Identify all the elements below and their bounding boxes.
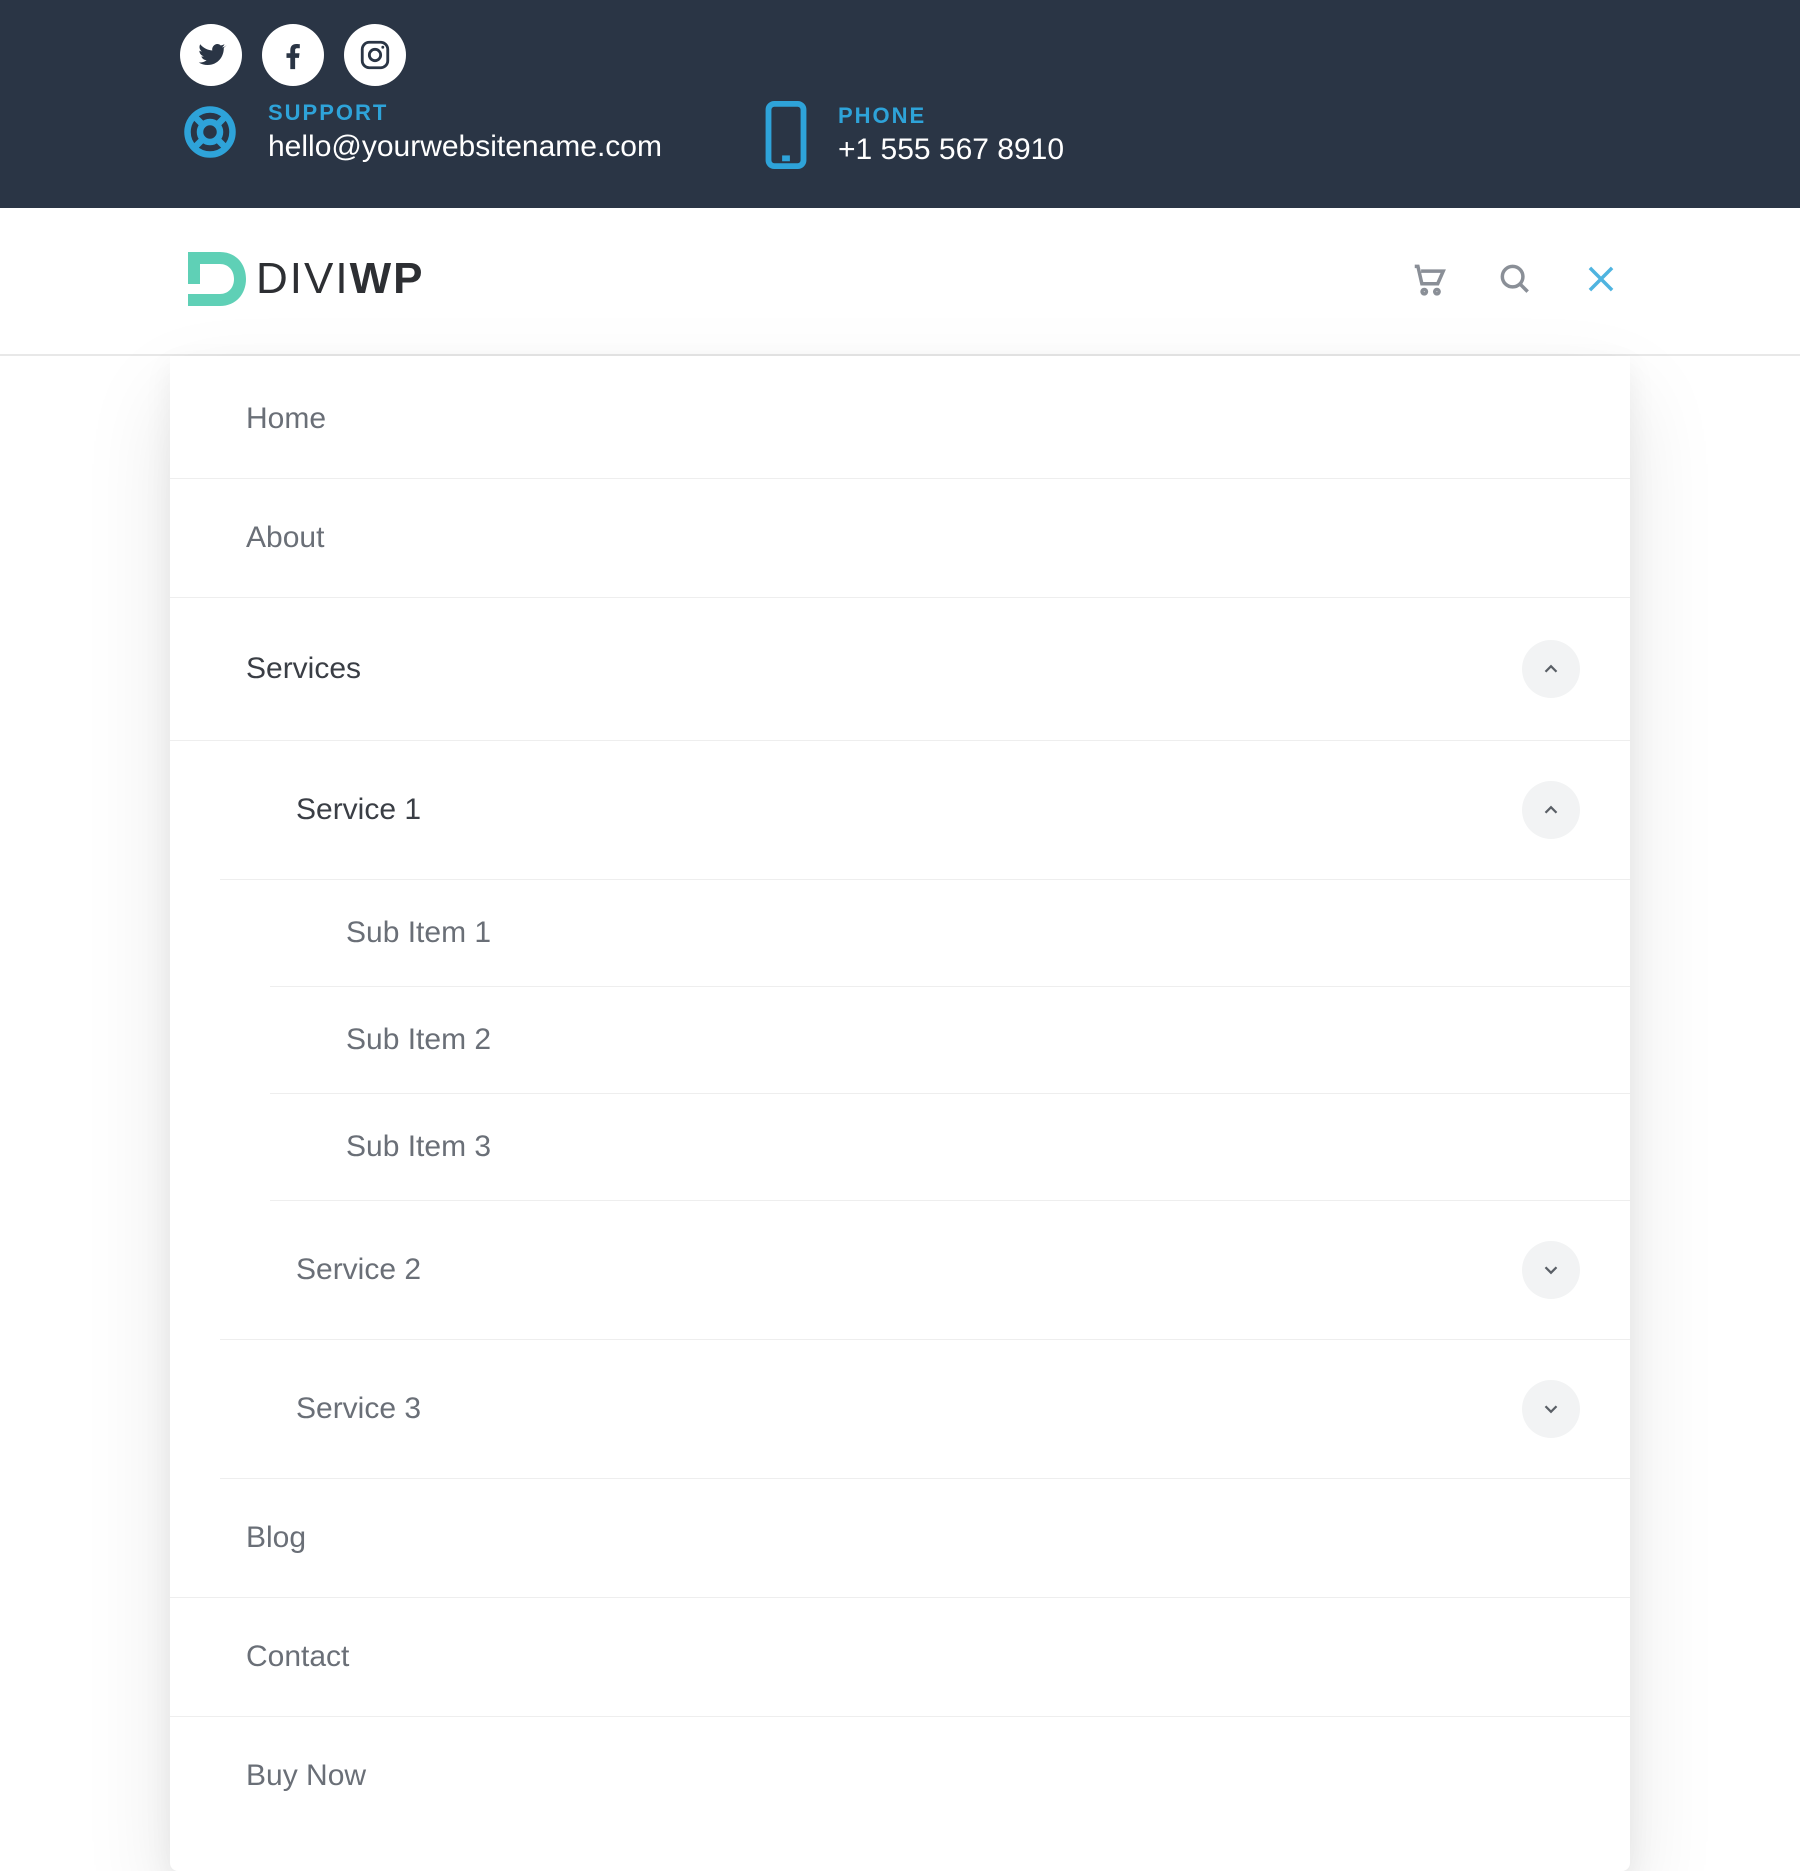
nav-home-label: Home: [246, 402, 326, 436]
nav-service-3[interactable]: Service 3: [220, 1340, 1630, 1479]
nav-services-label: Services: [246, 652, 361, 686]
logo-mark-icon: [180, 244, 250, 314]
nav-buy-now[interactable]: Buy Now: [170, 1717, 1630, 1835]
nav-service-3-label: Service 3: [296, 1392, 421, 1426]
nav-sub-item-2-label: Sub Item 2: [346, 1023, 491, 1057]
close-icon[interactable]: [1582, 260, 1620, 298]
nav-contact-label: Contact: [246, 1640, 349, 1674]
support-label: SUPPORT: [268, 100, 662, 126]
service-1-submenu: Sub Item 1 Sub Item 2 Sub Item 3: [220, 880, 1630, 1201]
chevron-up-icon[interactable]: [1522, 640, 1580, 698]
nav-service-2[interactable]: Service 2: [220, 1201, 1630, 1340]
nav-sub-item-1-label: Sub Item 1: [346, 916, 491, 950]
nav-service-1-label: Service 1: [296, 793, 421, 827]
chevron-down-icon[interactable]: [1522, 1241, 1580, 1299]
lifebuoy-icon: [180, 102, 240, 162]
nav-services[interactable]: Services: [170, 598, 1630, 741]
site-logo[interactable]: DIVIWP: [180, 244, 424, 314]
nav-sub-item-3-label: Sub Item 3: [346, 1130, 491, 1164]
search-icon[interactable]: [1496, 260, 1534, 298]
nav-blog[interactable]: Blog: [170, 1479, 1630, 1598]
phone-value[interactable]: +1 555 567 8910: [838, 133, 1064, 167]
mobile-menu: Home About Services Service 1 Sub Item 1: [170, 356, 1630, 1871]
twitter-icon[interactable]: [180, 24, 242, 86]
nav-sub-item-1[interactable]: Sub Item 1: [270, 880, 1630, 987]
logo-text-part2: WP: [350, 254, 425, 303]
phone-label: PHONE: [838, 103, 1064, 129]
nav-contact[interactable]: Contact: [170, 1598, 1630, 1717]
nav-blog-label: Blog: [246, 1521, 306, 1555]
nav-sub-item-2[interactable]: Sub Item 2: [270, 987, 1630, 1094]
header-bar: DIVIWP: [0, 208, 1800, 356]
phone-contact: PHONE +1 555 567 8910: [762, 100, 1064, 170]
social-row: [180, 24, 1620, 86]
chevron-down-icon[interactable]: [1522, 1380, 1580, 1438]
nav-service-2-label: Service 2: [296, 1253, 421, 1287]
cart-icon[interactable]: [1410, 260, 1448, 298]
services-submenu: Service 1 Sub Item 1 Sub Item 2 Sub Item…: [170, 741, 1630, 1479]
phone-icon: [762, 100, 810, 170]
nav-sub-item-3[interactable]: Sub Item 3: [270, 1094, 1630, 1201]
support-value[interactable]: hello@yourwebsitename.com: [268, 130, 662, 164]
facebook-icon[interactable]: [262, 24, 324, 86]
nav-service-1[interactable]: Service 1: [220, 741, 1630, 880]
chevron-up-icon[interactable]: [1522, 781, 1580, 839]
logo-text-part1: DIVI: [256, 254, 350, 303]
nav-about[interactable]: About: [170, 479, 1630, 598]
instagram-icon[interactable]: [344, 24, 406, 86]
nav-buy-now-label: Buy Now: [246, 1759, 366, 1793]
nav-home[interactable]: Home: [170, 360, 1630, 479]
support-contact: SUPPORT hello@yourwebsitename.com: [180, 100, 662, 164]
logo-text: DIVIWP: [256, 254, 424, 304]
nav-about-label: About: [246, 521, 324, 555]
top-bar: SUPPORT hello@yourwebsitename.com PHONE …: [0, 0, 1800, 208]
